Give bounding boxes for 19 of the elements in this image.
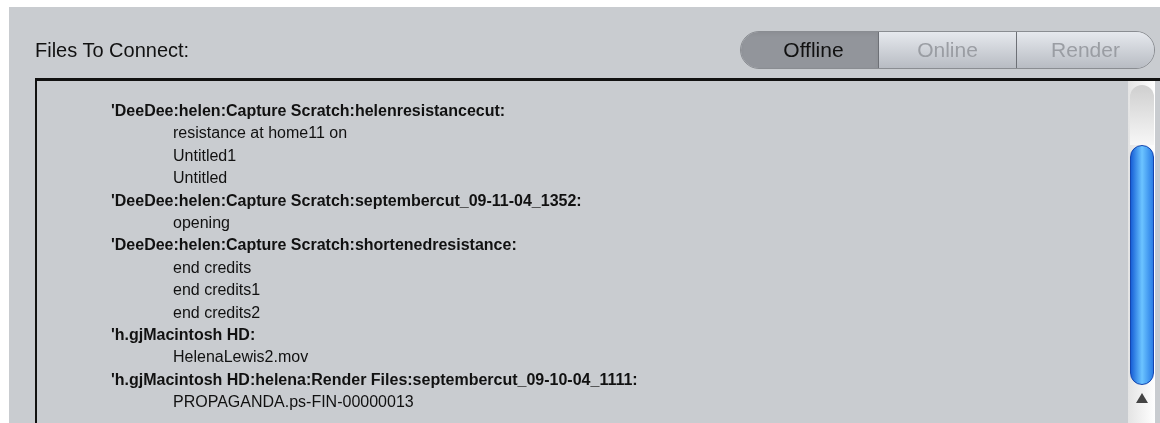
- file-name[interactable]: Untitled: [37, 167, 1128, 190]
- file-name[interactable]: Untitled1: [37, 144, 1128, 168]
- file-name[interactable]: HelenaLewis2.mov: [37, 346, 1128, 369]
- section-title: Files To Connect:: [35, 37, 190, 63]
- file-name[interactable]: resistance at home11 on: [37, 122, 1128, 145]
- segment-tab[interactable]: Offline: [741, 31, 878, 68]
- scroll-thumb[interactable]: [1129, 145, 1154, 385]
- file-name[interactable]: end credits: [37, 256, 1128, 280]
- folder-path[interactable]: 'h.gjMacintosh HD:: [37, 323, 1128, 347]
- folder-path[interactable]: 'DeeDee:helen:Capture Scratch:shortenedresistance:: [37, 234, 1128, 257]
- scroll-up-arrow-icon[interactable]: [1135, 393, 1148, 403]
- file-name[interactable]: end credits2: [37, 301, 1128, 324]
- file-name[interactable]: PROPAGANDA.ps-FIN-00000013: [37, 391, 1128, 414]
- folder-path[interactable]: 'DeeDee:helen:Capture Scratch:helenresistancecut:: [37, 100, 1128, 123]
- folder-path[interactable]: 'DeeDee:helen:Capture Scratch:septembercut_09-11-04_1352:: [37, 189, 1128, 212]
- scrollbar[interactable]: [1128, 81, 1155, 423]
- file-name[interactable]: opening: [37, 211, 1128, 235]
- folder-path[interactable]: 'h.gjMacintosh HD:helena:Render Files:septembercut_09-10-04_1111:: [37, 368, 1128, 392]
- file-name[interactable]: end credits1: [37, 279, 1128, 302]
